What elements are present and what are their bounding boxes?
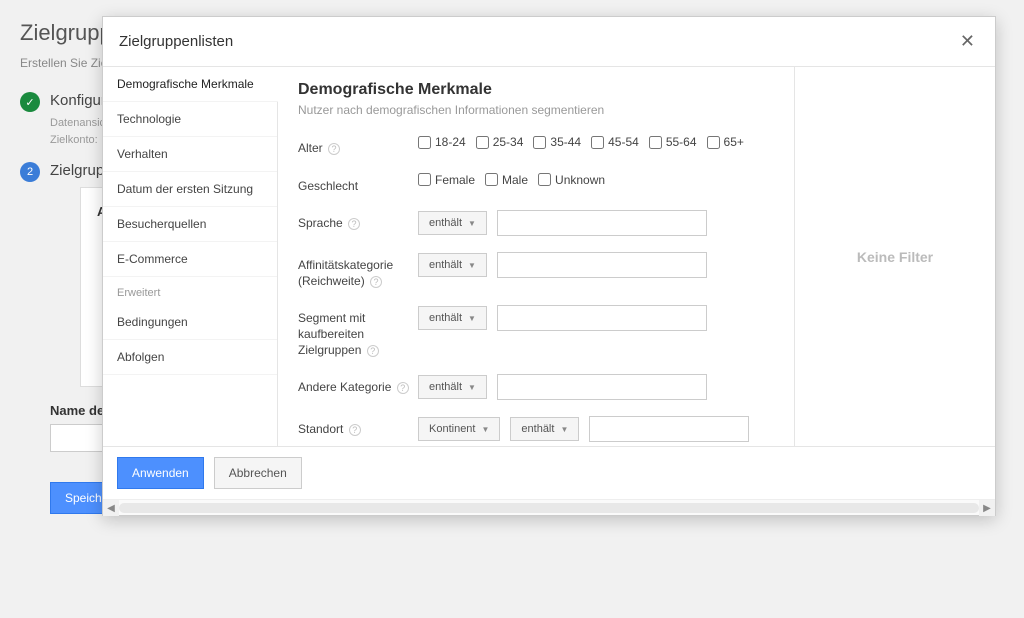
no-filters-text: Keine Filter: [857, 249, 933, 265]
age-45-54[interactable]: 45-54: [591, 135, 639, 149]
help-icon[interactable]: ?: [370, 276, 382, 288]
sidebar-item-conditions[interactable]: Bedingungen: [103, 305, 277, 340]
checkbox[interactable]: [707, 136, 720, 149]
row-gender: Geschlecht Female Male Unknown: [298, 173, 774, 195]
age-label: Alter: [298, 141, 323, 155]
checkbox[interactable]: [533, 136, 546, 149]
panel-title: Demografische Merkmale: [298, 81, 774, 99]
modal-footer: Anwenden Abbrechen: [103, 446, 995, 499]
language-value-input[interactable]: [497, 210, 707, 236]
checkbox[interactable]: [418, 136, 431, 149]
caret-down-icon: ▼: [468, 383, 476, 392]
close-icon[interactable]: ✕: [956, 31, 979, 52]
main-panel: Demografische Merkmale Nutzer nach demog…: [278, 67, 795, 446]
help-icon[interactable]: ?: [367, 345, 379, 357]
other-operator-select[interactable]: enthält▼: [418, 375, 487, 399]
language-label: Sprache: [298, 216, 343, 230]
age-35-44[interactable]: 35-44: [533, 135, 581, 149]
checkbox[interactable]: [538, 173, 551, 186]
affinity-value-input[interactable]: [497, 252, 707, 278]
caret-down-icon: ▼: [481, 425, 489, 434]
inmarket-label: Segment mit kaufbereiten Zielgruppen: [298, 311, 365, 356]
location-label: Standort: [298, 422, 343, 436]
sidebar-item-demographics[interactable]: Demografische Merkmale: [103, 67, 278, 102]
checkbox[interactable]: [476, 136, 489, 149]
gender-label: Geschlecht: [298, 179, 358, 193]
location-value-input[interactable]: [589, 416, 749, 442]
age-55-64[interactable]: 55-64: [649, 135, 697, 149]
row-other: Andere Kategorie ? enthält▼: [298, 374, 774, 400]
checkbox[interactable]: [418, 173, 431, 186]
other-value-input[interactable]: [497, 374, 707, 400]
inmarket-value-input[interactable]: [497, 305, 707, 331]
gender-female[interactable]: Female: [418, 173, 475, 187]
row-age: Alter ? 18-24 25-34 35-44 45-54 55-64 65…: [298, 135, 774, 157]
location-operator-select[interactable]: enthält▼: [510, 417, 579, 441]
check-icon: ✓: [20, 92, 40, 112]
category-sidebar: Demografische Merkmale Technologie Verha…: [103, 67, 278, 446]
gender-unknown[interactable]: Unknown: [538, 173, 605, 187]
row-affinity: Affinitätskategorie (Reichweite) ? enthä…: [298, 252, 774, 289]
sidebar-item-ecommerce[interactable]: E-Commerce: [103, 242, 277, 277]
step-number-icon: 2: [20, 162, 40, 182]
sidebar-item-technology[interactable]: Technologie: [103, 102, 277, 137]
sidebar-item-first-session[interactable]: Datum der ersten Sitzung: [103, 172, 277, 207]
gender-male[interactable]: Male: [485, 173, 528, 187]
caret-down-icon: ▼: [468, 261, 476, 270]
audience-lists-modal: Zielgruppenlisten ✕ Demografische Merkma…: [102, 16, 996, 516]
affinity-operator-select[interactable]: enthält▼: [418, 253, 487, 277]
caret-down-icon: ▼: [468, 314, 476, 323]
location-scope-select[interactable]: Kontinent▼: [418, 417, 500, 441]
help-icon[interactable]: ?: [349, 424, 361, 436]
sidebar-item-sequences[interactable]: Abfolgen: [103, 340, 277, 375]
scroll-left-icon[interactable]: ◀: [103, 500, 119, 516]
inmarket-operator-select[interactable]: enthält▼: [418, 306, 487, 330]
help-icon[interactable]: ?: [328, 143, 340, 155]
age-18-24[interactable]: 18-24: [418, 135, 466, 149]
modal-header: Zielgruppenlisten ✕: [103, 17, 995, 67]
sidebar-item-behavior[interactable]: Verhalten: [103, 137, 277, 172]
checkbox[interactable]: [485, 173, 498, 186]
apply-button[interactable]: Anwenden: [117, 457, 204, 489]
row-location: Standort ? Kontinent▼ enthält▼: [298, 416, 774, 442]
modal-cancel-button[interactable]: Abbrechen: [214, 457, 302, 489]
caret-down-icon: ▼: [560, 425, 568, 434]
filters-summary-panel: Keine Filter: [795, 67, 995, 446]
sidebar-section-advanced: Erweitert: [103, 277, 277, 305]
checkbox[interactable]: [649, 136, 662, 149]
horizontal-scrollbar[interactable]: ◀ ▶: [103, 499, 995, 515]
help-icon[interactable]: ?: [397, 382, 409, 394]
age-65plus[interactable]: 65+: [707, 135, 744, 149]
row-language: Sprache ? enthält▼: [298, 210, 774, 236]
panel-subtitle: Nutzer nach demografischen Informationen…: [298, 103, 774, 117]
sidebar-item-sources[interactable]: Besucherquellen: [103, 207, 277, 242]
modal-title: Zielgruppenlisten: [119, 33, 233, 50]
row-inmarket: Segment mit kaufbereiten Zielgruppen ? e…: [298, 305, 774, 358]
checkbox[interactable]: [591, 136, 604, 149]
age-25-34[interactable]: 25-34: [476, 135, 524, 149]
help-icon[interactable]: ?: [348, 218, 360, 230]
language-operator-select[interactable]: enthält▼: [418, 211, 487, 235]
scroll-track[interactable]: [119, 503, 979, 513]
other-label: Andere Kategorie: [298, 380, 391, 394]
caret-down-icon: ▼: [468, 219, 476, 228]
scroll-right-icon[interactable]: ▶: [979, 500, 995, 516]
